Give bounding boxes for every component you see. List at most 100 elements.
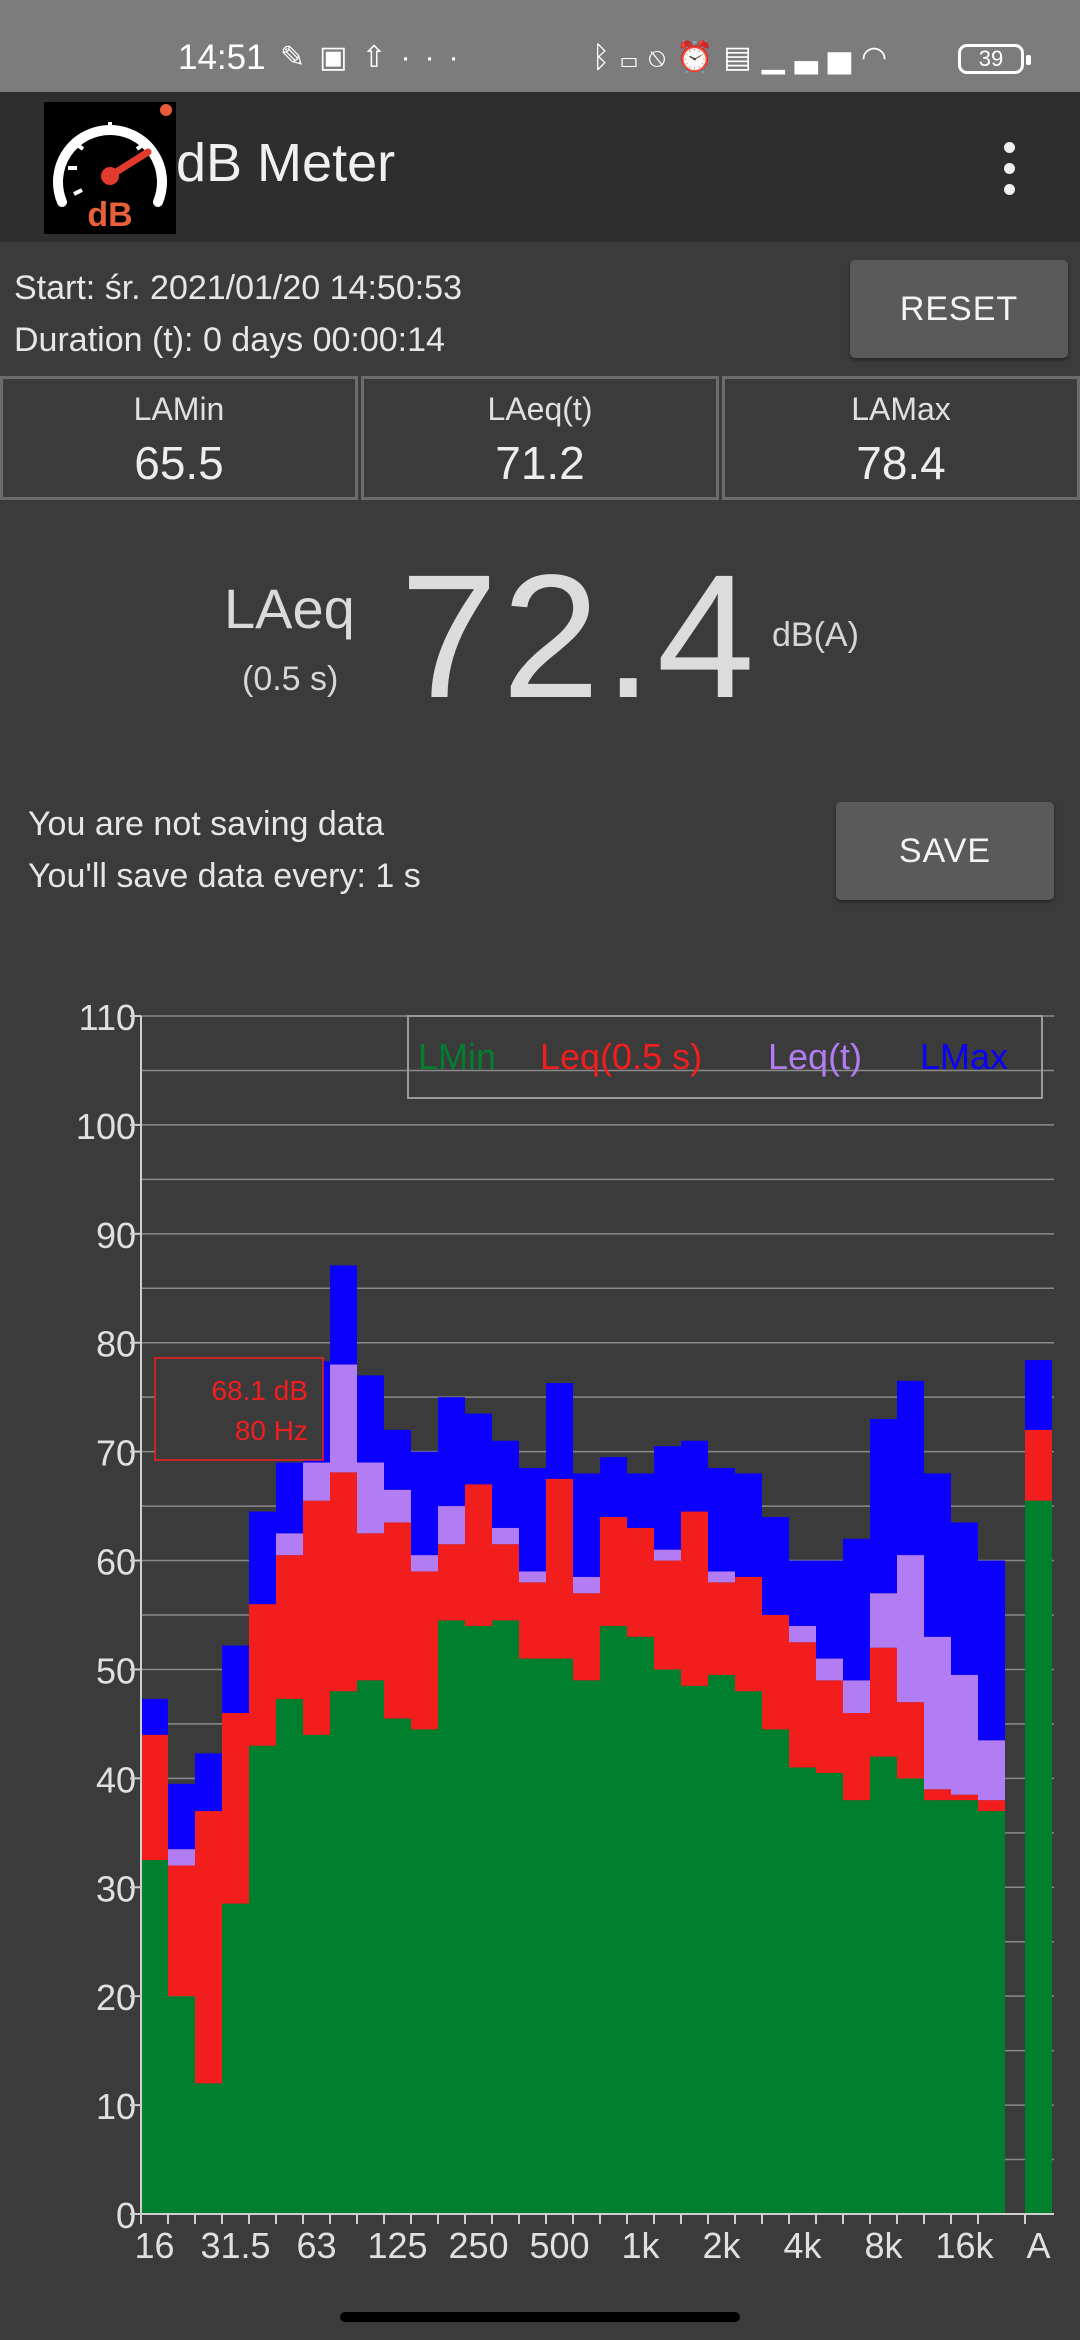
bar-lmax bbox=[411, 1451, 438, 1556]
bar-leq-short bbox=[303, 1500, 330, 1735]
bar-leq-t bbox=[870, 1593, 897, 1648]
bar-lmax bbox=[924, 1473, 951, 1637]
bar-lmin bbox=[681, 1685, 708, 2214]
bar-lmax bbox=[573, 1473, 600, 1577]
bar-lmin bbox=[141, 1860, 168, 2214]
band-bar bbox=[681, 1440, 708, 2214]
band-bar bbox=[168, 1783, 195, 2214]
bar-leq-t bbox=[519, 1571, 546, 1583]
app-bar: dB dB Meter bbox=[0, 92, 1080, 242]
y-tick-label: 80 bbox=[96, 1324, 136, 1365]
y-tick-label: 40 bbox=[96, 1759, 136, 1800]
band-bar bbox=[141, 1698, 168, 2214]
x-tick-label: 63 bbox=[296, 2225, 336, 2266]
bar-lmax bbox=[276, 1462, 303, 1534]
bar-lmin bbox=[465, 1625, 492, 2214]
bar-lmin bbox=[438, 1620, 465, 2214]
bar-lmax bbox=[249, 1511, 276, 1605]
saving-info: You are not saving data You'll save data… bbox=[28, 798, 421, 902]
bar-leq-short bbox=[357, 1533, 384, 1681]
bar-leq-short bbox=[897, 1702, 924, 1779]
bar-lmax bbox=[870, 1418, 897, 1594]
bar-lmax bbox=[438, 1397, 465, 1507]
bar-lmin bbox=[978, 1811, 1005, 2214]
band-bar bbox=[870, 1418, 897, 2214]
overflow-menu-icon[interactable] bbox=[1004, 142, 1018, 205]
bar-lmax bbox=[627, 1473, 654, 1528]
status-bar: 14:51 ✎▣⇧··· ᛒ▭⍉⏰▤▁▃▅◠ 39 bbox=[0, 0, 1080, 92]
bar-leq-short bbox=[438, 1544, 465, 1621]
gauge-icon: dB bbox=[53, 104, 172, 234]
x-tick-label: 1k bbox=[621, 2225, 660, 2266]
home-indicator[interactable] bbox=[340, 2312, 740, 2322]
legend-entry: Leq(t) bbox=[768, 1036, 862, 1077]
bar-lmin bbox=[870, 1756, 897, 2214]
bar-leq-short bbox=[222, 1713, 249, 1904]
x-tick-label: 8k bbox=[864, 2225, 903, 2266]
alarm-icon: ⏰ bbox=[676, 41, 724, 74]
band-bar bbox=[276, 1462, 303, 2214]
current-interval: (0.5 s) bbox=[242, 660, 339, 698]
band-bar bbox=[465, 1413, 492, 2214]
bar-leq-t bbox=[843, 1680, 870, 1714]
bar-leq-short bbox=[1025, 1429, 1052, 1501]
stat-label: LAMin bbox=[133, 391, 225, 427]
y-tick-label: 110 bbox=[79, 997, 136, 1038]
bar-lmin bbox=[654, 1669, 681, 2214]
x-tick-label: 125 bbox=[367, 2225, 427, 2266]
reset-button[interactable]: RESET bbox=[850, 260, 1068, 358]
bar-leq-t bbox=[708, 1571, 735, 1583]
bar-lmax bbox=[789, 1560, 816, 1626]
bar-lmin bbox=[546, 1658, 573, 2214]
pen-icon: ✎ bbox=[280, 41, 320, 74]
bar-leq-short bbox=[276, 1555, 303, 1699]
bar-lmax bbox=[330, 1265, 357, 1365]
bar-leq-short bbox=[708, 1582, 735, 1675]
bar-leq-short bbox=[195, 1811, 222, 2084]
y-tick-label: 50 bbox=[96, 1650, 136, 1691]
bar-lmin bbox=[195, 2083, 222, 2214]
bar-lmin bbox=[384, 1718, 411, 2214]
status-right-icons: ᛒ▭⍉⏰▤▁▃▅◠ bbox=[592, 40, 897, 75]
saving-interval: You'll save data every: 1 s bbox=[28, 857, 421, 895]
band-bar bbox=[546, 1383, 573, 2214]
bar-lmin bbox=[573, 1680, 600, 2214]
bar-leq-t bbox=[330, 1364, 357, 1473]
bar-leq-short bbox=[465, 1484, 492, 1626]
bar-lmax bbox=[384, 1429, 411, 1490]
volte-icon: ▤ bbox=[723, 41, 762, 74]
bar-lmin bbox=[222, 1903, 249, 2214]
y-tick-label: 60 bbox=[96, 1542, 136, 1583]
bar-leq-t bbox=[951, 1674, 978, 1795]
bar-leq-t bbox=[897, 1555, 924, 1703]
y-tick-label: 20 bbox=[96, 1977, 136, 2018]
band-bar bbox=[357, 1375, 384, 2214]
bar-leq-t bbox=[789, 1625, 816, 1643]
bar-lmin bbox=[303, 1734, 330, 2214]
bar-leq-short bbox=[762, 1615, 789, 1730]
bar-leq-short bbox=[843, 1713, 870, 1801]
bar-lmin bbox=[168, 1996, 195, 2214]
save-button[interactable]: SAVE bbox=[836, 802, 1054, 900]
status-left-icons: ✎▣⇧··· bbox=[280, 40, 473, 75]
bar-leq-short bbox=[168, 1865, 195, 1997]
bar-leq-short bbox=[627, 1527, 654, 1637]
bar-lmax bbox=[222, 1645, 249, 1714]
legend-entry: LMax bbox=[920, 1036, 1008, 1077]
bar-leq-short bbox=[654, 1560, 681, 1670]
bar-lmin bbox=[492, 1620, 519, 2214]
band-bar bbox=[843, 1538, 870, 2214]
current-value: 72.4 bbox=[400, 539, 759, 735]
spectrum-chart: 0 10 20 30 40 50 60 70 80 90 100 110 16 31.5 63 125 250 5… bbox=[76, 997, 1054, 2266]
x-tick-label: 16k bbox=[935, 2225, 994, 2266]
bar-leq-short bbox=[141, 1734, 168, 1861]
y-tick-label: 100 bbox=[76, 1106, 136, 1147]
stat-label: LAMax bbox=[851, 391, 951, 427]
band-bar bbox=[978, 1560, 1005, 2214]
bar-lmax bbox=[735, 1473, 762, 1577]
band-bar bbox=[1025, 1360, 1052, 2214]
session-info: Start: śr. 2021/01/20 14:50:53 Duration … bbox=[14, 262, 462, 366]
bar-lmin bbox=[1025, 1500, 1052, 2214]
bar-leq-t bbox=[357, 1462, 384, 1534]
bar-leq-t bbox=[168, 1849, 195, 1866]
